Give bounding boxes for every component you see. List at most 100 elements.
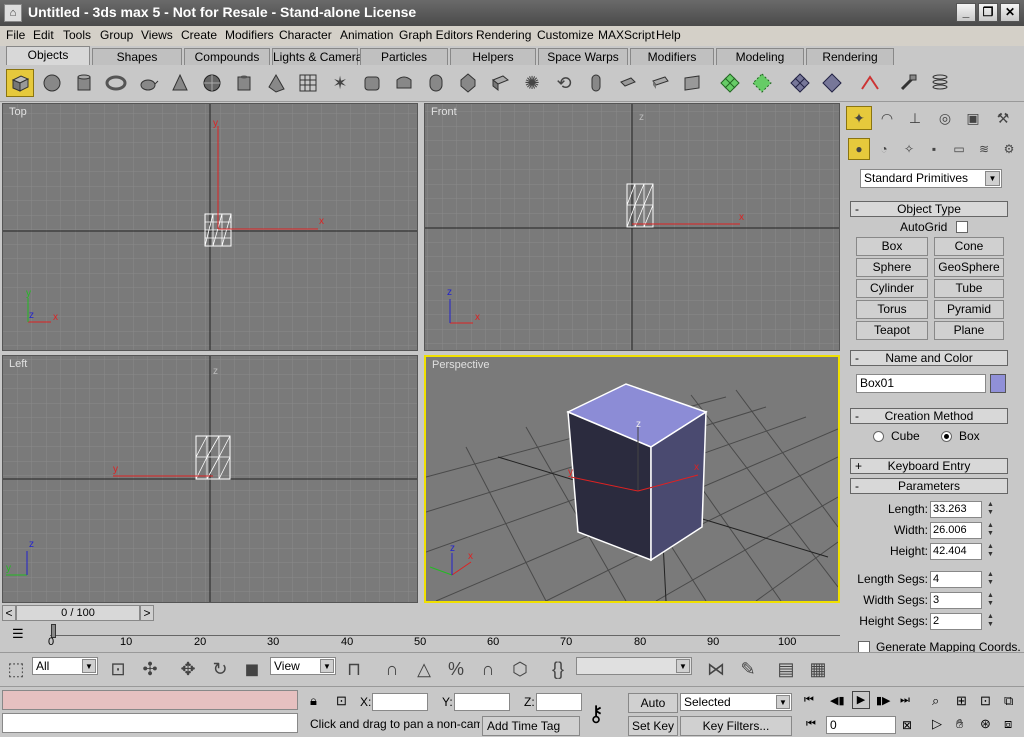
dropdown-arrow-icon[interactable]: ▼ [776,695,790,709]
max-icon[interactable]: ⌂ [4,4,22,22]
maxscript-listener[interactable] [2,690,298,710]
menu-graph-editors[interactable]: Graph Editors [399,28,473,42]
l-ext-icon[interactable] [486,69,514,97]
c-ext-icon[interactable]: ⟲ [550,69,578,97]
zoom-all-icon[interactable]: ⊞ [956,693,967,709]
width-segs-spinner[interactable]: ▲ ▼ [986,592,995,609]
y-coord-input[interactable] [454,693,510,711]
set-key-button[interactable]: Set Key [628,716,678,736]
minimize-button[interactable]: _ [956,3,976,22]
box-radio[interactable] [941,431,952,442]
cylinder-button[interactable]: Cylinder [856,279,928,298]
reference-coord-dropdown[interactable]: View ▼ [270,657,336,675]
geometry-category-icon[interactable]: ● [848,138,870,160]
height-spinner[interactable]: ▲ ▼ [986,543,995,560]
scale-icon[interactable]: ◼ [238,655,266,683]
chamfer-box-icon[interactable] [358,69,386,97]
utilities-panel-icon[interactable]: ⚒ [990,106,1016,130]
viewport-label-perspective[interactable]: Perspective [432,359,489,371]
percent-snap-icon[interactable]: % [442,655,470,683]
cameras-category-icon[interactable]: ▪ [923,138,945,160]
key-icon[interactable]: ⚷ [588,701,604,727]
move-icon[interactable]: ✥ [174,655,202,683]
length-spinner[interactable]: ▲ ▼ [986,501,995,518]
viewport-top[interactable]: Top x y x y z [2,103,418,351]
viewport-label-top[interactable]: Top [9,106,27,118]
geosphere-icon[interactable] [198,69,226,97]
maxscript-mini-listener[interactable] [2,713,298,733]
snap-3d-icon[interactable]: ∩ [378,655,406,683]
viewport-label-left[interactable]: Left [9,358,27,370]
ring-wave-icon[interactable] [582,69,610,97]
tab-lights-cameras[interactable]: Lights & Cameras [272,48,368,65]
align-icon[interactable]: ✎ [734,655,762,683]
gengon-icon[interactable]: ✺ [518,69,546,97]
menu-edit[interactable]: Edit [33,28,54,42]
sphere-icon[interactable] [38,69,66,97]
next-frame-icon[interactable]: ▮▶ [876,694,891,707]
dropdown-arrow-icon[interactable]: ▼ [320,659,334,673]
layer-manager-icon[interactable]: ▤ [772,655,800,683]
edit-named-selection-icon[interactable]: {} [544,655,572,683]
track-view-icon[interactable]: ☰ [12,626,32,642]
width-input[interactable]: 26.006 [930,522,982,539]
height-segs-input[interactable]: 2 [930,613,982,630]
teapot-icon[interactable] [134,69,162,97]
width-segs-input[interactable]: 3 [930,592,982,609]
menu-rendering[interactable]: Rendering [476,28,531,42]
tab-modifiers[interactable]: Modifiers [630,48,714,65]
geosphere-button[interactable]: GeoSphere [934,258,1004,277]
tab-rendering[interactable]: Rendering [806,48,894,65]
motion-panel-icon[interactable]: ◎ [932,106,958,130]
named-selection-icon[interactable]: ⬡ [506,655,534,683]
cylinder-icon[interactable] [70,69,98,97]
tab-objects[interactable]: Objects [6,46,90,65]
hedra-icon[interactable]: ✶ [326,69,354,97]
lock-selection-icon[interactable]: 🔒︎ [310,693,317,709]
cone-icon[interactable] [166,69,194,97]
mirror-icon[interactable]: ⋈ [702,655,730,683]
zoom-icon[interactable]: ⌕ [932,693,939,709]
cube-radio[interactable] [873,431,884,442]
tab-particles[interactable]: Particles [360,48,448,65]
teapot-button[interactable]: Teapot [856,321,928,340]
prism-icon[interactable] [678,69,706,97]
torus-button[interactable]: Torus [856,300,928,319]
pyramid-icon[interactable] [262,69,290,97]
menu-customize[interactable]: Customize [537,28,594,42]
close-button[interactable]: ✕ [1000,3,1020,22]
menu-modifiers[interactable]: Modifiers [225,28,274,42]
autogrid-checkbox[interactable] [956,221,968,233]
go-to-end-icon[interactable]: ⏭ [900,694,910,707]
angle-snap-icon[interactable]: △ [410,655,438,683]
plane-icon[interactable] [294,69,322,97]
plane-button[interactable]: Plane [934,321,1004,340]
menu-tools[interactable]: Tools [63,28,91,42]
spacewarps-category-icon[interactable]: ≋ [973,138,995,160]
viewport-perspective[interactable]: Perspective z y x x z [424,355,840,603]
create-panel-icon[interactable]: ✦ [846,106,872,130]
field-of-view-icon[interactable]: ▷ [932,716,942,732]
arc-rotate-icon[interactable]: ⊛ [980,716,991,732]
pan-icon[interactable]: ✋︎ [956,716,963,732]
dropdown-arrow-icon[interactable]: ▼ [676,659,690,673]
height-segs-spinner[interactable]: ▲ ▼ [986,613,995,630]
tab-space-warps[interactable]: Space Warps [538,48,628,65]
lights-category-icon[interactable]: ✧ [898,138,920,160]
pyramid-button[interactable]: Pyramid [934,300,1004,319]
key-selection-dropdown[interactable]: Selected ▼ [680,693,792,711]
shapes-category-icon[interactable]: ◔ [873,138,895,160]
dropdown-arrow-icon[interactable]: ▼ [985,171,1000,186]
torus-knot-icon[interactable] [646,69,674,97]
helpers-category-icon[interactable]: ▭ [948,138,970,160]
spindle-icon[interactable] [454,69,482,97]
torus-icon[interactable] [102,69,130,97]
menu-character[interactable]: Character [279,28,332,42]
zoom-extents-all-icon[interactable]: ⧉ [1004,693,1013,709]
time-slider-thumb[interactable]: 0 / 100 [16,605,140,621]
sphere-button[interactable]: Sphere [856,258,928,277]
select-by-name-icon[interactable]: ⊡ [104,655,132,683]
z-coord-input[interactable] [536,693,582,711]
oil-tank-icon[interactable] [390,69,418,97]
capsule-icon[interactable] [422,69,450,97]
